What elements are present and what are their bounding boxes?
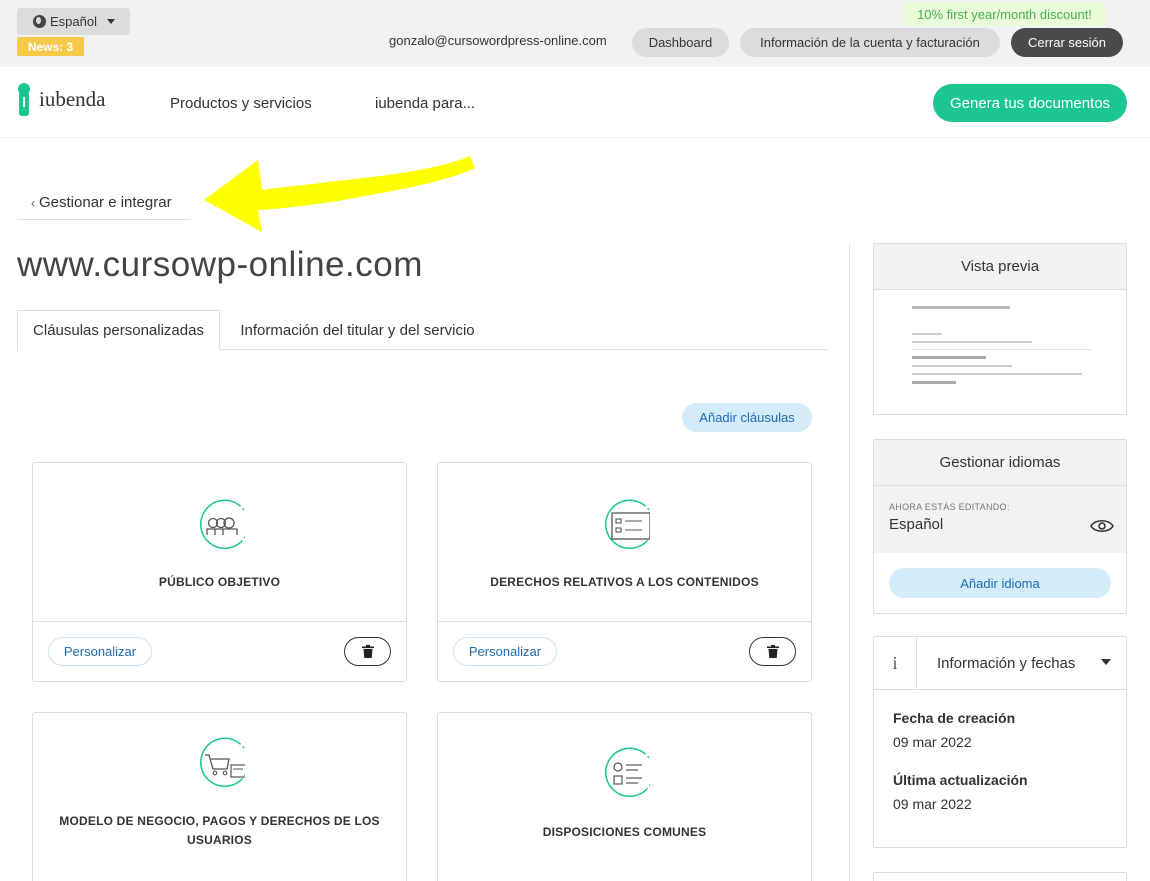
trash-icon bbox=[766, 645, 779, 658]
add-clauses-button[interactable]: Añadir cláusulas bbox=[682, 403, 812, 432]
cart-payment-icon bbox=[199, 737, 245, 788]
card-title: PÚBLICO OBJETIVO bbox=[158, 575, 281, 589]
content-rights-icon bbox=[604, 499, 650, 550]
languages-title: Gestionar idiomas bbox=[874, 440, 1126, 486]
language-label: Español bbox=[50, 14, 97, 29]
preview-title: Vista previa bbox=[874, 244, 1126, 290]
delete-button[interactable] bbox=[344, 637, 391, 666]
chevron-left-icon: ‹ bbox=[31, 195, 35, 210]
logo-text: iubenda bbox=[39, 87, 106, 111]
card-title: DERECHOS RELATIVOS A LOS CONTENIDOS bbox=[490, 575, 759, 589]
news-badge[interactable]: News: 3 bbox=[17, 37, 84, 56]
info-dates-title: Información y fechas bbox=[937, 654, 1076, 672]
checklist-icon bbox=[604, 747, 650, 798]
customize-button[interactable]: Personalizar bbox=[453, 637, 557, 666]
card-footer: Personalizar bbox=[33, 621, 406, 681]
delete-button[interactable] bbox=[749, 637, 796, 666]
audience-icon bbox=[199, 499, 245, 550]
info-dates-body: Fecha de creación 09 mar 2022 Última act… bbox=[874, 690, 1126, 854]
clause-card-audience: PÚBLICO OBJETIVO Personalizar bbox=[32, 462, 407, 682]
chevron-down-icon bbox=[1101, 659, 1111, 665]
preview-panel[interactable]: Vista previa bbox=[873, 243, 1127, 415]
tab-owner-info[interactable]: Información del titular y del servicio bbox=[220, 310, 495, 350]
current-language-box: AHORA ESTÁS EDITANDO: Español bbox=[874, 486, 1126, 553]
account-billing-button[interactable]: Información de la cuenta y facturación bbox=[740, 28, 1000, 57]
created-value: 09 mar 2022 bbox=[893, 734, 972, 750]
generate-documents-button[interactable]: Genera tus documentos bbox=[933, 84, 1127, 122]
updated-value: 09 mar 2022 bbox=[893, 796, 972, 812]
highlight-arrow-icon bbox=[204, 156, 475, 232]
dashboard-button[interactable]: Dashboard bbox=[632, 28, 729, 57]
editing-label: AHORA ESTÁS EDITANDO: bbox=[889, 502, 1010, 512]
iubenda-logo[interactable]: iubenda bbox=[17, 83, 105, 116]
eye-icon[interactable] bbox=[1090, 518, 1114, 534]
back-link-label: Gestionar e integrar bbox=[39, 194, 172, 211]
next-panel bbox=[873, 872, 1127, 881]
globe-icon bbox=[33, 15, 46, 28]
clause-card-content-rights: DERECHOS RELATIVOS A LOS CONTENIDOS Pers… bbox=[437, 462, 812, 682]
card-title: DISPOSICIONES COMUNES bbox=[542, 825, 707, 839]
clause-card-common-provisions: DISPOSICIONES COMUNES bbox=[437, 712, 812, 881]
customize-button[interactable]: Personalizar bbox=[48, 637, 152, 666]
language-selector[interactable]: Español bbox=[17, 8, 130, 35]
main-nav: iubenda Productos y servicios iubenda pa… bbox=[0, 67, 1150, 138]
info-dates-header[interactable]: i Información y fechas bbox=[874, 636, 1126, 690]
clause-card-business-model: MODELO DE NEGOCIO, PAGOS Y DERECHOS DE L… bbox=[32, 712, 407, 881]
nav-products[interactable]: Productos y servicios bbox=[170, 95, 312, 112]
updated-label: Última actualización bbox=[893, 772, 1028, 788]
card-title: MODELO DE NEGOCIO, PAGOS Y DERECHOS DE L… bbox=[59, 814, 380, 847]
top-bar: Español News: 3 10% first year/month dis… bbox=[0, 0, 1150, 67]
back-link[interactable]: ‹ Gestionar e integrar bbox=[17, 186, 191, 220]
editing-language: Español bbox=[889, 516, 944, 533]
user-email: gonzalo@cursowordpress-online.com bbox=[389, 33, 607, 48]
card-footer: Personalizar bbox=[438, 621, 811, 681]
logout-button[interactable]: Cerrar sesión bbox=[1011, 28, 1123, 57]
chevron-down-icon bbox=[106, 19, 115, 24]
nav-iubenda-for[interactable]: iubenda para... bbox=[375, 95, 475, 112]
trash-icon bbox=[361, 645, 374, 658]
document-thumbnail[interactable] bbox=[912, 306, 1092, 390]
discount-banner[interactable]: 10% first year/month discount! bbox=[904, 3, 1105, 26]
created-label: Fecha de creación bbox=[893, 710, 1016, 726]
languages-panel: Gestionar idiomas AHORA ESTÁS EDITANDO: … bbox=[873, 439, 1127, 614]
logo-mark-icon bbox=[17, 83, 31, 116]
tab-custom-clauses[interactable]: Cláusulas personalizadas bbox=[17, 310, 220, 350]
add-language-button[interactable]: Añadir idioma bbox=[889, 568, 1111, 598]
page-title: www.cursowp-online.com bbox=[17, 245, 423, 284]
info-dates-panel: i Información y fechas Fecha de creación… bbox=[873, 636, 1127, 848]
column-divider bbox=[849, 243, 850, 881]
info-icon: i bbox=[874, 636, 917, 690]
